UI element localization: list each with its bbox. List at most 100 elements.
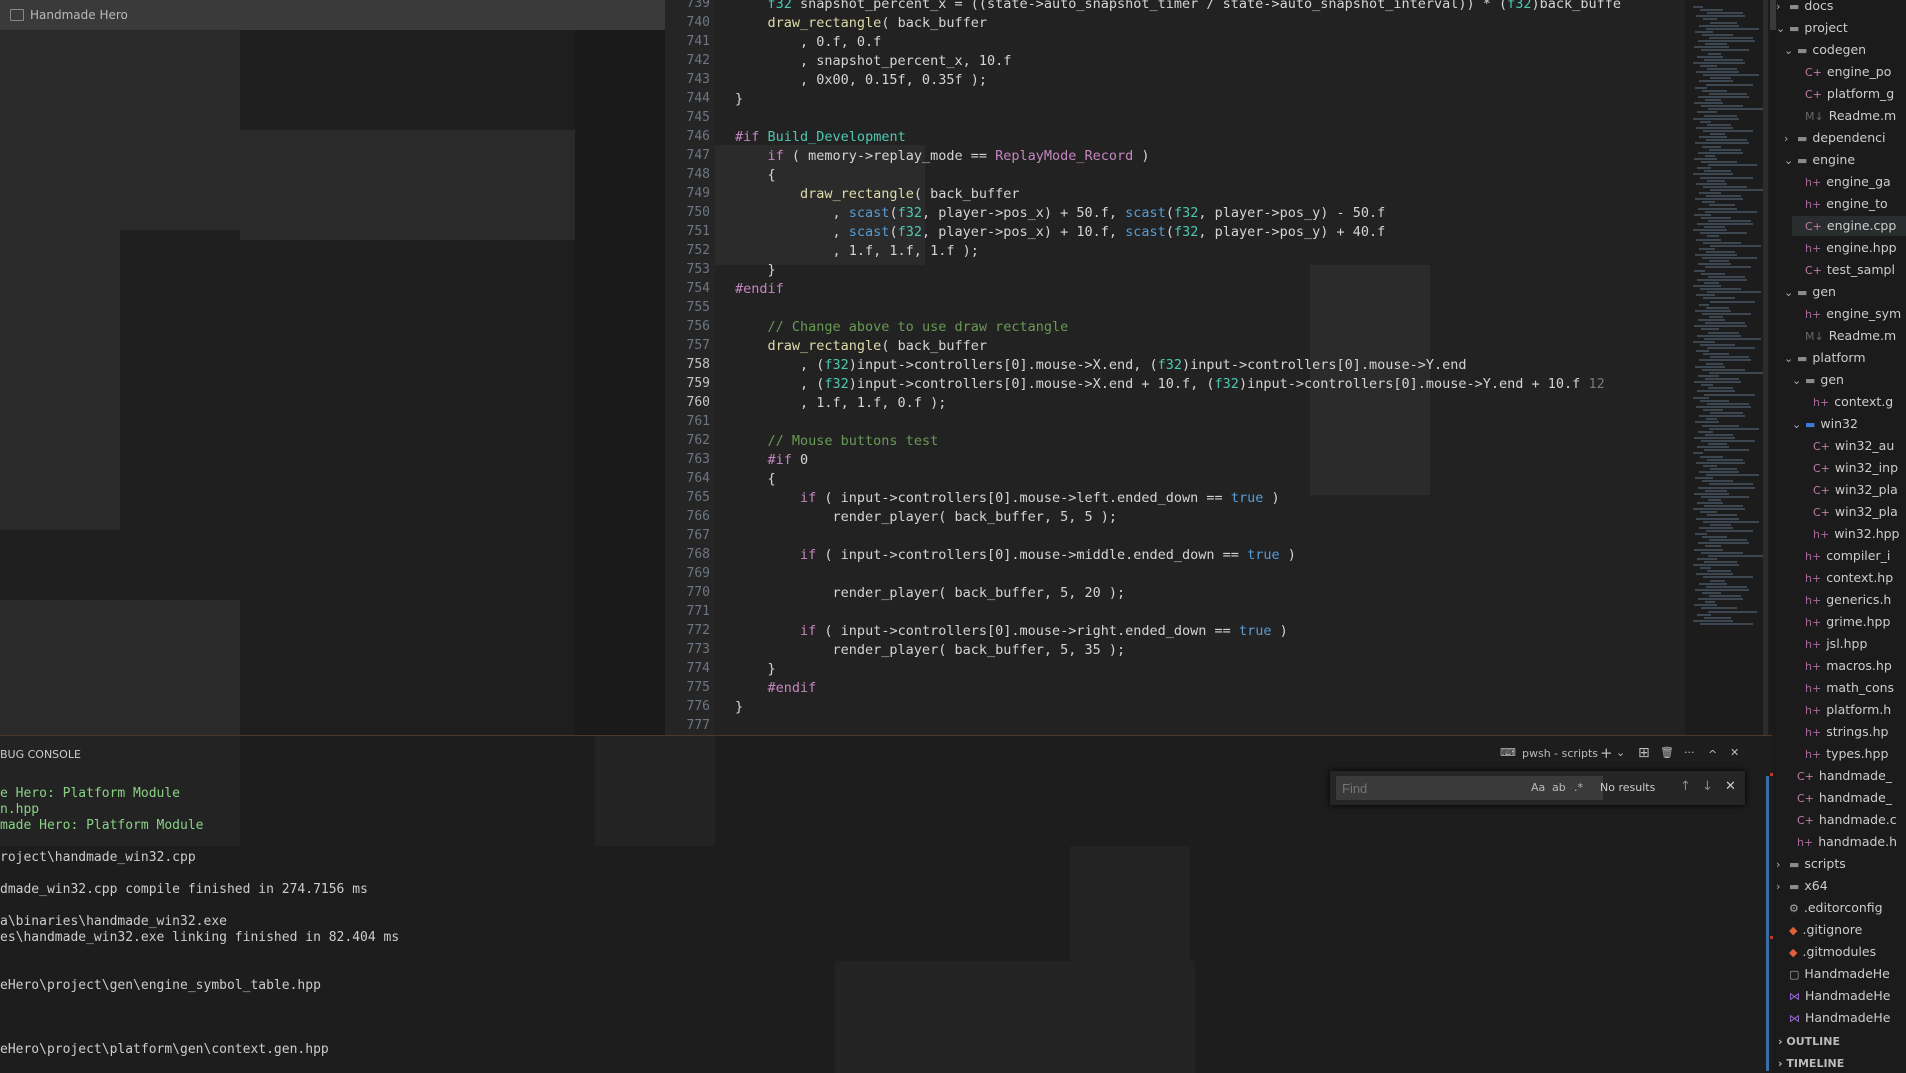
code-line[interactable]: #endif: [735, 680, 817, 696]
code-line[interactable]: , 1.f, 1.f, 1.f );: [735, 243, 979, 259]
tree-folder[interactable]: ⌄ ▬ engine: [1784, 150, 1906, 170]
code-line[interactable]: , (f32)input->controllers[0].mouse->X.en…: [735, 357, 1467, 373]
tree-file[interactable]: h+ compiler_i: [1792, 546, 1906, 566]
tree-folder[interactable]: ⌄ ▬ gen: [1784, 282, 1906, 302]
tree-file[interactable]: h+ jsl.hpp: [1792, 634, 1906, 654]
code-line[interactable]: draw_rectangle( back_buffer: [735, 15, 987, 31]
tree-file[interactable]: ⋈ HandmadeHe: [1776, 986, 1906, 1006]
tree-folder[interactable]: ⌄ ▬ platform: [1784, 348, 1906, 368]
terminal-panel[interactable]: BUG CONSOLE ⌨ pwsh - scripts + ⌄ ⊞ 🗑 ···…: [0, 735, 1773, 1073]
tree-file[interactable]: h+ math_cons: [1792, 678, 1906, 698]
code-line[interactable]: // Mouse buttons test: [735, 433, 939, 449]
code-line[interactable]: , 0.f, 0.f: [735, 34, 881, 50]
tree-file[interactable]: C+ handmade_: [1784, 766, 1906, 786]
tree-file[interactable]: C+ win32_pla: [1800, 502, 1906, 522]
tree-file[interactable]: h+ strings.hp: [1792, 722, 1906, 742]
tree-folder[interactable]: › ▬ dependenci: [1784, 128, 1906, 148]
code-line[interactable]: render_player( back_buffer, 5, 5 );: [735, 509, 1117, 525]
tree-file[interactable]: h+ win32.hpp: [1800, 524, 1906, 544]
code-line[interactable]: if ( input->controllers[0].mouse->right.…: [735, 623, 1288, 639]
tree-folder[interactable]: › ▬ x64: [1776, 876, 1906, 896]
code-line[interactable]: }: [735, 661, 776, 677]
tree-file[interactable]: ▢ HandmadeHe: [1776, 964, 1906, 984]
tree-file[interactable]: C+ win32_inp: [1800, 458, 1906, 478]
tree-file[interactable]: h+ handmade.h: [1784, 832, 1906, 852]
whole-word-toggle[interactable]: ab: [1552, 781, 1566, 794]
tree-file[interactable]: h+ context.hp: [1792, 568, 1906, 588]
tree-file[interactable]: C+ win32_au: [1800, 436, 1906, 456]
timeline-section[interactable]: › TIMELINE: [1778, 1057, 1844, 1070]
tree-folder[interactable]: › ▬ docs: [1776, 0, 1906, 16]
file-explorer[interactable]: › ▬ docs ⌄ ▬ project ⌄ ▬ codegen C+ engine_po C+ p…: [1776, 0, 1906, 1073]
game-viewport[interactable]: [0, 30, 575, 735]
code-line[interactable]: }: [735, 91, 743, 107]
panel-tab-debug-console[interactable]: BUG CONSOLE: [0, 748, 81, 761]
split-icon[interactable]: ⊞: [1638, 745, 1650, 761]
tree-file[interactable]: ⋈ HandmadeHe: [1776, 1008, 1906, 1028]
editor-scrollbar[interactable]: [1763, 0, 1768, 735]
code-line[interactable]: }: [735, 699, 743, 715]
tree-file[interactable]: ◆ .gitmodules: [1776, 942, 1906, 962]
tree-file[interactable]: ◆ .gitignore: [1776, 920, 1906, 940]
code-line[interactable]: if ( input->controllers[0].mouse->middle…: [735, 547, 1296, 563]
tree-file[interactable]: C+ engine.cpp: [1792, 216, 1906, 236]
code-line[interactable]: render_player( back_buffer, 5, 20 );: [735, 585, 1126, 601]
code-line[interactable]: , scast(f32, player->pos_x) + 50.f, scas…: [735, 205, 1386, 221]
code-line[interactable]: }: [735, 262, 776, 278]
code-line[interactable]: if ( memory->replay_mode == ReplayMode_R…: [735, 148, 1150, 164]
tree-file[interactable]: C+ platform_g: [1792, 84, 1906, 104]
code-line[interactable]: , 1.f, 1.f, 0.f );: [735, 395, 946, 411]
code-line[interactable]: , 0x00, 0.15f, 0.35f );: [735, 72, 987, 88]
code-line[interactable]: f32 snapshot_percent_x = ((state->auto_s…: [735, 0, 1621, 12]
code-line[interactable]: #if Build_Development: [735, 129, 906, 145]
shell-label[interactable]: pwsh - scripts: [1522, 747, 1598, 760]
arrow-up-icon[interactable]: ↑: [1680, 779, 1691, 794]
code-line[interactable]: , snapshot_percent_x, 10.f: [735, 53, 1011, 69]
tree-file[interactable]: h+ engine_ga: [1792, 172, 1906, 192]
tree-file[interactable]: h+ grime.hpp: [1792, 612, 1906, 632]
tree-folder[interactable]: ⌄ ▬ codegen: [1784, 40, 1906, 60]
arrow-down-icon[interactable]: ↓: [1702, 779, 1713, 794]
maximize-icon[interactable]: ^: [1708, 748, 1717, 761]
tree-folder[interactable]: ⌄ ▬ gen: [1792, 370, 1906, 390]
trash-icon[interactable]: 🗑: [1660, 746, 1674, 759]
code-line[interactable]: draw_rectangle( back_buffer: [735, 338, 987, 354]
tree-file[interactable]: M↓ Readme.m: [1792, 106, 1906, 126]
code-line[interactable]: {: [735, 471, 776, 487]
tree-folder[interactable]: ⌄ ▬ win32: [1792, 414, 1906, 434]
tree-file[interactable]: h+ engine.hpp: [1792, 238, 1906, 258]
tree-file[interactable]: h+ types.hpp: [1792, 744, 1906, 764]
regex-toggle[interactable]: .*: [1574, 781, 1583, 794]
tree-folder[interactable]: › ▬ scripts: [1776, 854, 1906, 874]
code-line[interactable]: // Change above to use draw rectangle: [735, 319, 1069, 335]
code-line[interactable]: #endif: [735, 281, 784, 297]
tree-file[interactable]: C+ test_sampl: [1792, 260, 1906, 280]
tree-file[interactable]: h+ engine_sym: [1792, 304, 1906, 324]
code-line[interactable]: render_player( back_buffer, 5, 35 );: [735, 642, 1126, 658]
tree-file[interactable]: M↓ Readme.m: [1792, 326, 1906, 346]
terminal-scrollbar[interactable]: [1766, 776, 1769, 1071]
tree-file[interactable]: C+ win32_pla: [1800, 480, 1906, 500]
tree-file[interactable]: h+ context.g: [1800, 392, 1906, 412]
tree-file[interactable]: C+ handmade_: [1784, 788, 1906, 808]
tree-file[interactable]: h+ macros.hp: [1792, 656, 1906, 676]
tree-file[interactable]: h+ generics.h: [1792, 590, 1906, 610]
tree-file[interactable]: C+ handmade.c: [1784, 810, 1906, 830]
outline-section[interactable]: › OUTLINE: [1778, 1035, 1840, 1048]
minimap[interactable]: [1685, 0, 1770, 735]
add-terminal-icon[interactable]: +: [1600, 744, 1613, 762]
tree-folder[interactable]: ⌄ ▬ project: [1776, 18, 1906, 38]
tree-file[interactable]: h+ platform.h: [1792, 700, 1906, 720]
code-line[interactable]: draw_rectangle( back_buffer: [735, 186, 1019, 202]
close-icon[interactable]: ✕: [1725, 779, 1736, 794]
match-case-toggle[interactable]: Aa: [1531, 781, 1545, 794]
code-line[interactable]: {: [735, 167, 776, 183]
close-panel-icon[interactable]: ✕: [1730, 746, 1739, 759]
code-line[interactable]: #if 0: [735, 452, 809, 468]
code-line[interactable]: , (f32)input->controllers[0].mouse->X.en…: [735, 376, 1605, 392]
code-line[interactable]: if ( input->controllers[0].mouse->left.e…: [735, 490, 1280, 506]
tree-file[interactable]: ⚙ .editorconfig: [1776, 898, 1906, 918]
chevron-down-icon[interactable]: ⌄: [1616, 746, 1625, 759]
tree-file[interactable]: C+ engine_po: [1792, 62, 1906, 82]
tree-file[interactable]: h+ engine_to: [1792, 194, 1906, 214]
